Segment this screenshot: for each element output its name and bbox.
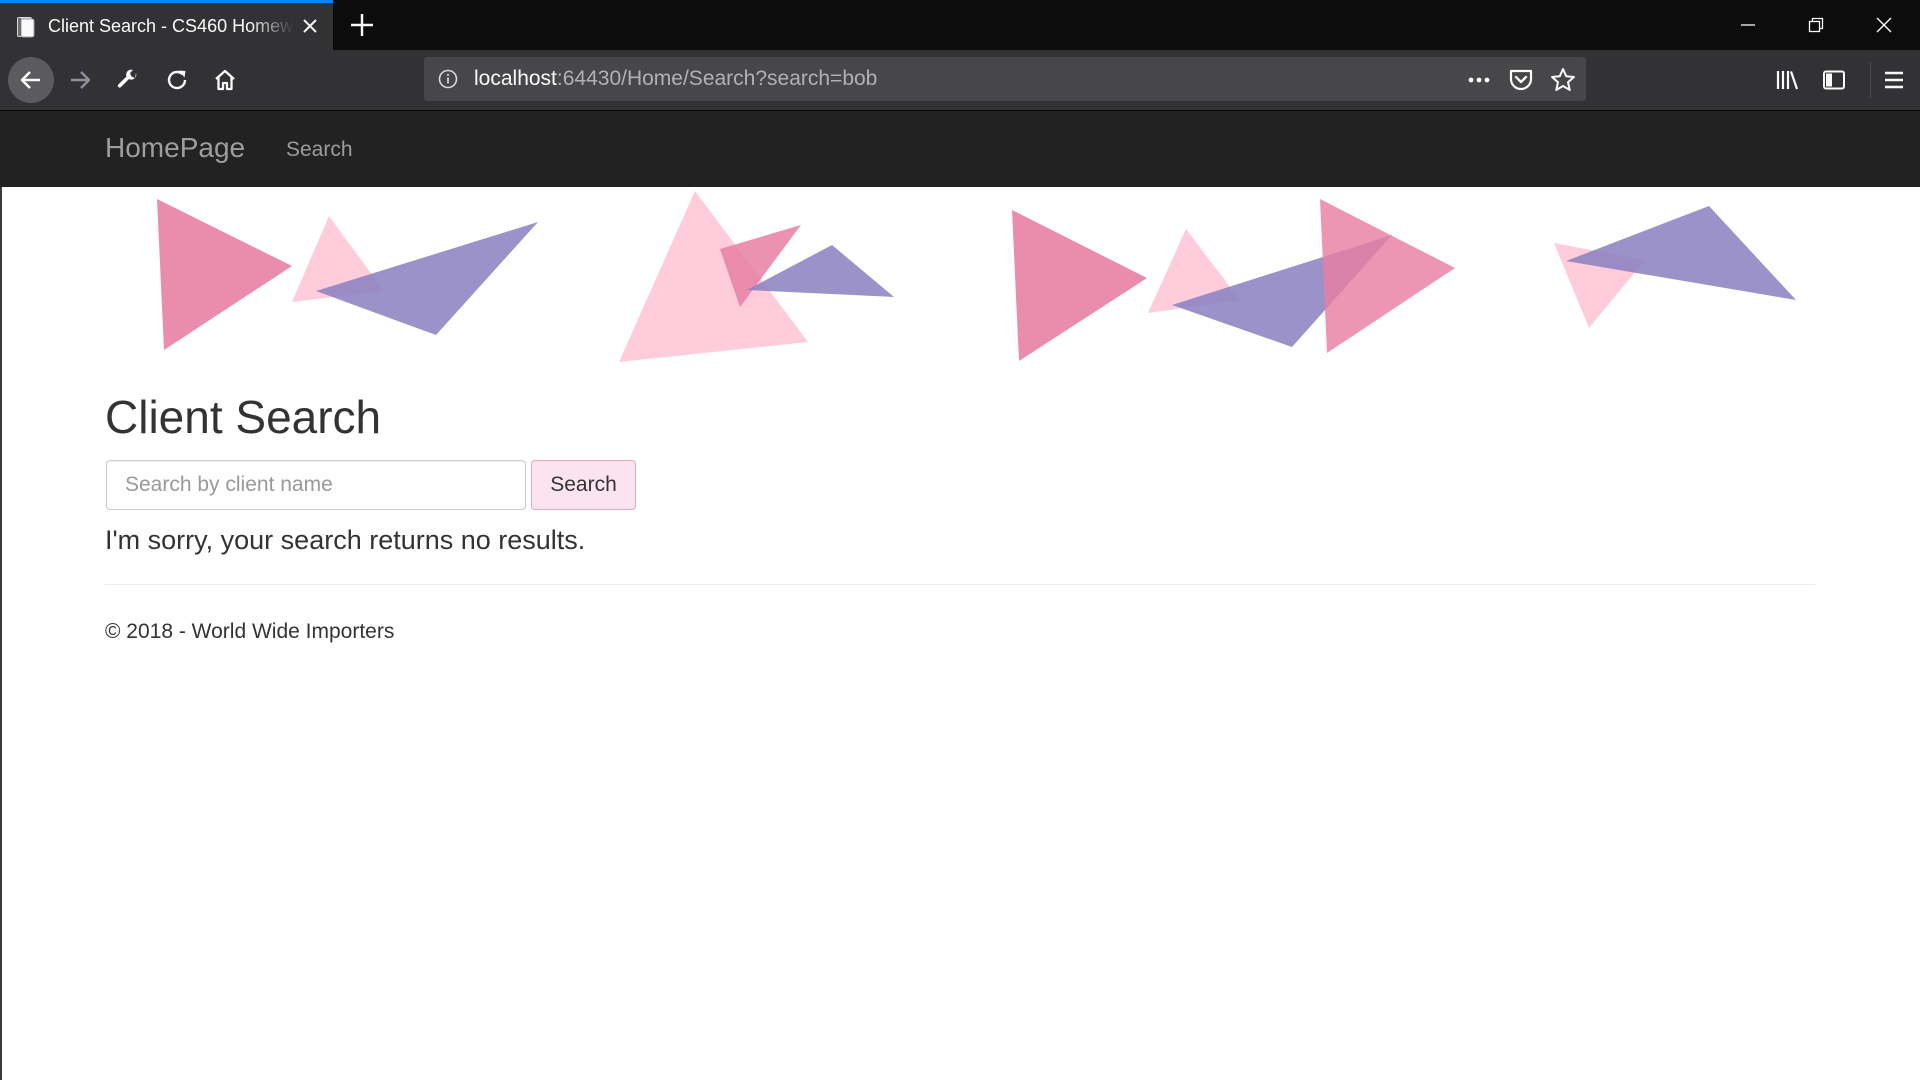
url-host: localhost bbox=[474, 67, 557, 90]
footer-divider bbox=[105, 584, 1815, 585]
home-button[interactable] bbox=[203, 58, 247, 102]
bookmark-star-icon[interactable] bbox=[1550, 67, 1576, 93]
url-text[interactable]: localhost:64430/Home/Search?search=bob bbox=[474, 68, 877, 90]
page-actions-ellipsis-icon[interactable] bbox=[1466, 67, 1492, 93]
restore-window-button[interactable] bbox=[1782, 0, 1850, 50]
browser-tab-strip: Client Search - CS460 Homework bbox=[0, 0, 1920, 50]
nav-link-search[interactable]: Search bbox=[286, 138, 353, 162]
open-menu-button[interactable] bbox=[1872, 58, 1916, 102]
tab-title: Client Search - CS460 Homework bbox=[48, 16, 294, 36]
forward-button[interactable] bbox=[58, 58, 102, 102]
new-tab-plus-icon[interactable] bbox=[348, 11, 376, 39]
search-button[interactable]: Search bbox=[531, 460, 636, 510]
navbar-brand-link[interactable]: HomePage bbox=[105, 131, 245, 165]
client-search-input[interactable] bbox=[106, 460, 526, 510]
minimize-window-button[interactable] bbox=[1714, 0, 1782, 50]
back-button[interactable] bbox=[8, 57, 54, 103]
home-icon bbox=[215, 69, 235, 91]
page-title: Client Search bbox=[105, 391, 382, 443]
address-bar[interactable]: localhost:64430/Home/Search?search=bob bbox=[424, 57, 1586, 101]
site-navbar: HomePage Search bbox=[0, 110, 1920, 187]
toolbar-divider bbox=[1870, 62, 1871, 98]
close-tab-icon[interactable] bbox=[301, 17, 319, 35]
close-window-button[interactable] bbox=[1850, 0, 1918, 50]
forward-arrow-icon bbox=[71, 71, 91, 89]
sidebar-icon bbox=[1823, 70, 1845, 90]
restore-icon bbox=[1808, 17, 1824, 33]
library-button[interactable] bbox=[1765, 58, 1809, 102]
reload-button[interactable] bbox=[155, 58, 199, 102]
no-results-message: I'm sorry, your search returns no result… bbox=[105, 525, 586, 555]
url-path: :64430/Home/Search?search=bob bbox=[556, 67, 878, 90]
sidebar-toggle-button[interactable] bbox=[1812, 58, 1856, 102]
back-arrow-icon bbox=[20, 71, 40, 89]
browser-toolbar: localhost:64430/Home/Search?search=bob bbox=[0, 50, 1920, 110]
pocket-icon[interactable] bbox=[1508, 67, 1534, 93]
banner-triangle bbox=[157, 199, 292, 350]
browser-tab[interactable]: Client Search - CS460 Homework bbox=[0, 0, 333, 50]
banner-triangle bbox=[1320, 199, 1455, 353]
library-icon bbox=[1776, 71, 1799, 90]
developer-tools-button[interactable] bbox=[106, 58, 150, 102]
wrench-icon bbox=[117, 69, 137, 88]
footer-copyright: © 2018 - World Wide Importers bbox=[105, 620, 395, 643]
reload-icon bbox=[167, 70, 187, 90]
page-favicon-icon bbox=[17, 17, 35, 38]
site-info-icon[interactable] bbox=[438, 69, 458, 89]
banner-triangle bbox=[1012, 210, 1147, 361]
close-icon bbox=[1876, 17, 1892, 33]
hamburger-menu-icon bbox=[1885, 71, 1903, 89]
triangle-banner-image bbox=[157, 191, 1796, 362]
minimize-icon bbox=[1741, 24, 1755, 26]
